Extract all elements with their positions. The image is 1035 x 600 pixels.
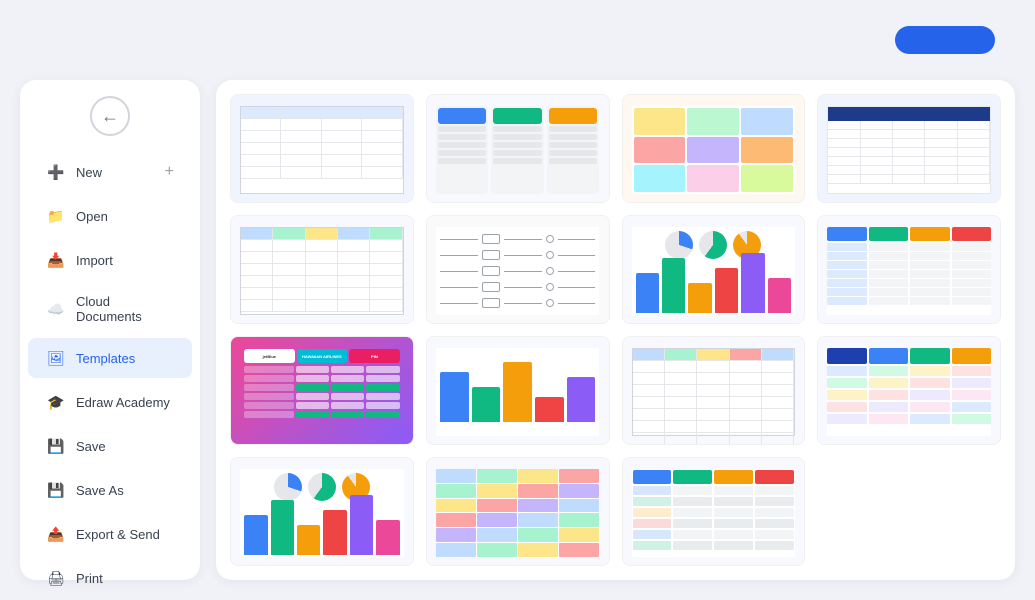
card-thumbnail: jetBlueHAWAIIAN AIRLINESPIN [231, 337, 413, 445]
sidebar-item-new[interactable]: ➕ New + [28, 152, 192, 192]
template-card[interactable]: Marketing Comparison Table for Social Me… [230, 215, 414, 324]
saveas-icon: 💾 [46, 480, 66, 500]
sidebar-item-label: Templates [76, 351, 174, 366]
template-content: Classroom layout 5 Table♡ 134💬 3👁 47Summ… [216, 80, 1015, 580]
sidebar-back: ← [20, 96, 200, 136]
import-icon: 📥 [46, 250, 66, 270]
sidebar-item-cloud[interactable]: ☁️ Cloud Documents [28, 284, 192, 334]
sidebar-item-label: Save As [76, 483, 174, 498]
template-card[interactable]: jetBlueHAWAIIAN AIRLINESPINCompAir Compa… [230, 336, 414, 445]
card-thumbnail [231, 458, 413, 566]
template-card[interactable]: Logic Gate Symbols and Truth Tables♡ 588… [426, 215, 610, 324]
template-card[interactable]: Comparison Table Bar Chart [426, 336, 610, 445]
export-icon: 📤 [46, 524, 66, 544]
template-card[interactable]: Annual Work Plan Features Table♡ 166💬 2👁… [817, 94, 1001, 203]
back-button[interactable]: ← [90, 96, 130, 136]
sidebar-item-label: Edraw Academy [76, 395, 174, 410]
card-thumbnail [427, 337, 609, 445]
card-thumbnail [427, 458, 609, 566]
card-thumbnail [231, 216, 413, 324]
new-icon: ➕ [46, 162, 66, 182]
template-card[interactable]: Classroom layout 5 Table♡ 134💬 3👁 47Summ… [230, 94, 414, 203]
sidebar: ← ➕ New + 📁 Open 📥 Import ☁️ Cloud Docum… [20, 80, 200, 580]
sidebar-item-saveas[interactable]: 💾 Save As [28, 470, 192, 510]
template-card[interactable]: Grid Table Matrix Diagram♡ 37💬 4👁 8Commu… [622, 94, 806, 203]
sidebar-item-label: Import [76, 253, 174, 268]
card-thumbnail [818, 337, 1000, 445]
print-icon: 🖨 [46, 568, 66, 588]
card-thumbnail [231, 95, 413, 203]
sidebar-item-label: Open [76, 209, 174, 224]
template-card[interactable]: Comparison Table Design UI Examples [426, 457, 610, 566]
template-card[interactable]: Business Plan Comparison♡ 106💬 3👁 33Cam.… [817, 215, 1001, 324]
card-thumbnail [623, 337, 805, 445]
sidebar-item-save[interactable]: 💾 Save [28, 426, 192, 466]
header [0, 0, 1035, 80]
sidebar-item-label: Save [76, 439, 174, 454]
search-button[interactable] [895, 26, 995, 54]
save-icon: 💾 [46, 436, 66, 456]
template-card[interactable]: Frequency Table Likert Scale Online Exam… [622, 215, 806, 324]
new-plus-icon[interactable]: + [165, 163, 174, 181]
template-card[interactable]: Product Comparison Powerpoint Table♡ 53💬… [817, 336, 1001, 445]
sidebar-item-label: Cloud Documents [76, 294, 174, 324]
sidebar-item-label: Export & Send [76, 527, 174, 542]
template-grid: Classroom layout 5 Table♡ 134💬 3👁 47Summ… [216, 80, 1015, 580]
sidebar-item-open[interactable]: 📁 Open [28, 196, 192, 236]
sidebar-item-import[interactable]: 📥 Import [28, 240, 192, 280]
main-layout: ← ➕ New + 📁 Open 📥 Import ☁️ Cloud Docum… [0, 80, 1035, 600]
template-card[interactable]: Pricing Comparison Table Example♡ 51💬 3👁… [426, 94, 610, 203]
open-icon: 📁 [46, 206, 66, 226]
card-thumbnail [623, 458, 805, 566]
card-thumbnail [427, 216, 609, 324]
template-card[interactable]: Frequency Table Likert Sc... Examples♡ 1… [230, 457, 414, 566]
academy-icon: 🎓 [46, 392, 66, 412]
card-thumbnail [427, 95, 609, 203]
card-thumbnail [818, 95, 1000, 203]
cloud-icon: ☁️ [46, 299, 66, 319]
templates-icon: 🖼 [46, 348, 66, 368]
card-thumbnail [623, 216, 805, 324]
card-thumbnail [623, 95, 805, 203]
template-card[interactable]: Comparison Infograph... [622, 457, 806, 566]
sidebar-item-label: Print [76, 571, 174, 586]
sidebar-item-print[interactable]: 🖨 Print [28, 558, 192, 598]
sidebar-item-templates[interactable]: 🖼 Templates [28, 338, 192, 378]
sidebar-item-export[interactable]: 📤 Export & Send [28, 514, 192, 554]
template-card[interactable]: Marketing Comparison Table Template♡ 69💬… [622, 336, 806, 445]
card-thumbnail [818, 216, 1000, 324]
sidebar-item-academy[interactable]: 🎓 Edraw Academy [28, 382, 192, 422]
sidebar-item-label: New [76, 165, 155, 180]
